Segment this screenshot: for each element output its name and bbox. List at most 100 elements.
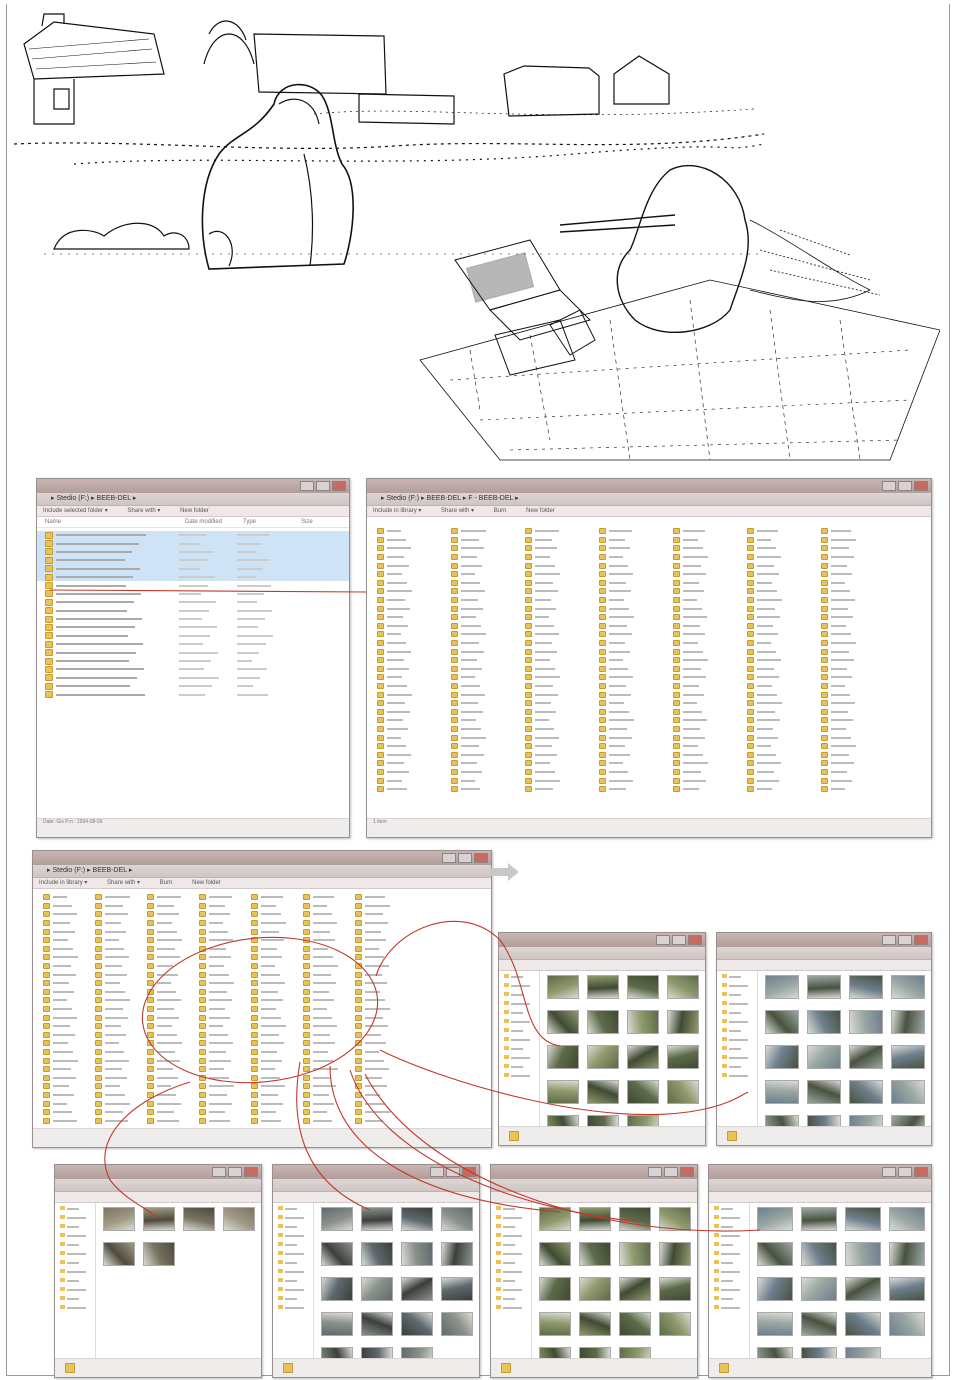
nav-item[interactable] (278, 1206, 313, 1212)
folder-item[interactable] (525, 759, 560, 768)
folder-item[interactable] (43, 1065, 78, 1074)
folder-item[interactable] (251, 1048, 286, 1057)
folder-item[interactable] (147, 953, 182, 962)
folder-item[interactable] (303, 1099, 338, 1108)
thumbnail-item[interactable] (889, 1277, 925, 1306)
folder-item[interactable] (673, 613, 708, 622)
thumbnail-item[interactable] (659, 1277, 691, 1306)
thumbnail-item[interactable] (321, 1277, 353, 1306)
nav-item[interactable] (722, 1055, 757, 1061)
folder-item[interactable] (199, 927, 234, 936)
folder-item[interactable] (525, 690, 560, 699)
folder-item[interactable] (303, 910, 338, 919)
minimize-icon[interactable] (430, 1167, 444, 1177)
thumbnail-item[interactable] (547, 1045, 579, 1074)
folder-item[interactable] (377, 785, 412, 794)
folder-item[interactable] (95, 1013, 130, 1022)
folder-item[interactable] (43, 1056, 78, 1065)
folder-item[interactable] (355, 1056, 390, 1065)
folder-item[interactable] (199, 1056, 234, 1065)
folder-item[interactable] (377, 553, 412, 562)
close-icon[interactable] (244, 1167, 258, 1177)
folder-item[interactable] (147, 988, 182, 997)
folder-item[interactable] (673, 544, 708, 553)
folder-item[interactable] (251, 996, 286, 1005)
nav-item[interactable] (504, 1010, 539, 1016)
folder-item[interactable] (377, 630, 412, 639)
folder-item[interactable] (525, 622, 560, 631)
folder-item[interactable] (747, 785, 782, 794)
folder-item[interactable] (525, 682, 560, 691)
folder-item[interactable] (821, 716, 856, 725)
folder-item[interactable] (377, 579, 412, 588)
nav-item[interactable] (60, 1278, 95, 1284)
folder-item[interactable] (303, 945, 338, 954)
folder-item[interactable] (95, 936, 130, 945)
folder-item[interactable] (377, 613, 412, 622)
folder-item[interactable] (147, 927, 182, 936)
minimize-icon[interactable] (442, 853, 456, 863)
nav-item[interactable] (714, 1278, 749, 1284)
folder-item[interactable] (377, 725, 412, 734)
nav-item[interactable] (714, 1215, 749, 1221)
folder-item[interactable] (199, 1005, 234, 1014)
folder-item[interactable] (451, 536, 486, 545)
folder-item[interactable] (355, 927, 390, 936)
folder-item[interactable] (451, 570, 486, 579)
folder-item[interactable] (599, 665, 634, 674)
thumbnail-item[interactable] (401, 1312, 433, 1341)
folder-item[interactable] (673, 536, 708, 545)
folder-item[interactable] (199, 1116, 234, 1125)
nav-item[interactable] (714, 1296, 749, 1302)
minimize-icon[interactable] (300, 481, 314, 491)
folder-item[interactable] (747, 596, 782, 605)
folder-item[interactable] (95, 1039, 130, 1048)
toolbar-new-folder-button[interactable]: New folder (192, 880, 221, 886)
folder-item[interactable] (599, 553, 634, 562)
explorer-window-details[interactable]: ▸ Stedio (F:) ▸ BEEB-DEL ▸ Include selec… (36, 478, 350, 838)
folder-item[interactable] (821, 665, 856, 674)
nav-item[interactable] (496, 1251, 531, 1257)
folder-item[interactable] (251, 893, 286, 902)
folder-item[interactable] (147, 970, 182, 979)
folder-item[interactable] (95, 1056, 130, 1065)
folder-item[interactable] (303, 1091, 338, 1100)
folder-item[interactable] (199, 1082, 234, 1091)
thumbnail-item[interactable] (891, 1080, 925, 1109)
nav-item[interactable] (714, 1242, 749, 1248)
nav-item[interactable] (278, 1251, 313, 1257)
nav-item[interactable] (496, 1233, 531, 1239)
thumbnail-item[interactable] (659, 1242, 691, 1271)
folder-item[interactable] (95, 970, 130, 979)
nav-item[interactable] (496, 1206, 531, 1212)
folder-item[interactable] (95, 962, 130, 971)
folder-item[interactable] (377, 716, 412, 725)
minimize-icon[interactable] (882, 1167, 896, 1177)
folder-item[interactable] (43, 902, 78, 911)
thumbnail-item[interactable] (765, 1010, 799, 1039)
thumbnail-item[interactable] (539, 1312, 571, 1341)
folder-item[interactable] (451, 716, 486, 725)
folder-item[interactable] (747, 536, 782, 545)
folder-item[interactable] (377, 570, 412, 579)
folder-item[interactable] (355, 988, 390, 997)
folder-item[interactable] (599, 776, 634, 785)
folder-item[interactable] (599, 768, 634, 777)
folder-item[interactable] (821, 776, 856, 785)
folder-item[interactable] (251, 962, 286, 971)
thumbnail-item[interactable] (801, 1207, 837, 1236)
nav-item[interactable] (722, 983, 757, 989)
folder-item[interactable] (303, 996, 338, 1005)
folder-item[interactable] (673, 596, 708, 605)
nav-item[interactable] (60, 1296, 95, 1302)
folder-item[interactable] (377, 656, 412, 665)
nav-item[interactable] (496, 1224, 531, 1230)
nav-item[interactable] (496, 1305, 531, 1311)
folder-item[interactable] (747, 750, 782, 759)
folder-item[interactable] (673, 776, 708, 785)
thumbnail-item[interactable] (765, 1080, 799, 1109)
folder-item[interactable] (147, 1022, 182, 1031)
thumbnail-item[interactable] (361, 1277, 393, 1306)
maximize-icon[interactable] (228, 1167, 242, 1177)
folder-item[interactable] (43, 1073, 78, 1082)
